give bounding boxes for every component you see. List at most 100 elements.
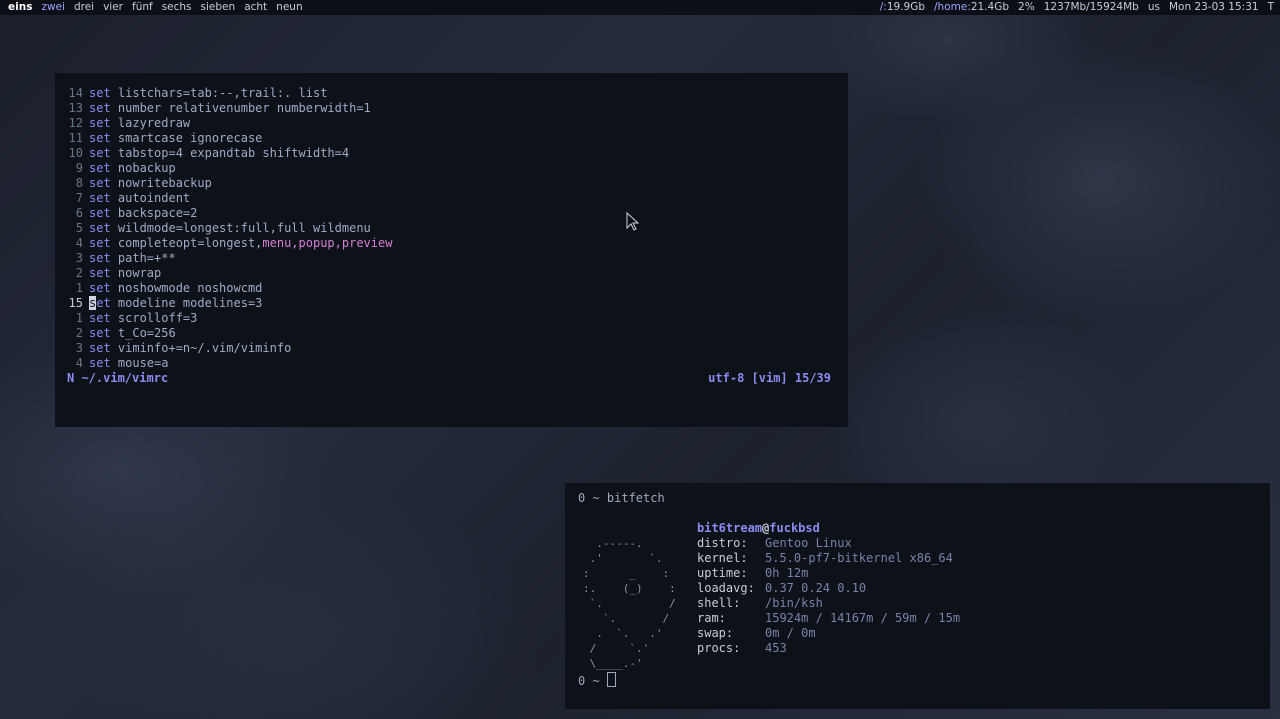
line-number: 12 [68, 116, 83, 130]
vim-line[interactable]: 6 set backspace=2 [63, 206, 392, 221]
vim-line[interactable]: 9 set nobackup [63, 161, 392, 176]
vim-option-text: completeopt=longest, [110, 236, 263, 250]
shell-prompt-input[interactable]: 0 ~ [578, 672, 616, 689]
distro-logo-ascii: .-----. .' `. : _ : :. (_) : `. / `. / .… [583, 537, 676, 670]
vim-line[interactable]: 4 set mouse=a [63, 356, 392, 371]
vim-line[interactable]: 15 set modeline modelines=3 [63, 296, 392, 311]
vim-option-text: noshowmode noshowcmd [110, 281, 263, 295]
vim-window[interactable]: 14 set listchars=tab:--,trail:. list 13 set… [55, 73, 848, 427]
line-number: 13 [68, 101, 83, 115]
vim-keyword: set [89, 206, 111, 220]
fetch-key: procs: [697, 641, 741, 655]
top-bar: eins zwei drei vier fünf sechs sieben acht neun … [0, 0, 1280, 15]
line-number: 10 [68, 146, 83, 160]
workspace-8[interactable]: acht [244, 0, 267, 15]
vim-option-text: number relativenumber numberwidth=1 [110, 101, 371, 115]
workspace-3[interactable]: drei [74, 0, 94, 15]
vim-keyword: set [89, 221, 111, 235]
fetch-key: loadavg: [697, 581, 755, 595]
workspace-1[interactable]: eins [8, 0, 32, 15]
vim-line[interactable]: 10 set tabstop=4 expandtab shiftwidth=4 [63, 146, 392, 161]
clock: Mon 23-03 15:31 [1168, 1, 1259, 13]
vim-option-text: listchars=tab:--,trail:. list [110, 86, 328, 100]
fetch-value: Gentoo Linux [765, 536, 852, 550]
vim-file-info: utf-8 [vim] 15/39 [708, 371, 831, 385]
line-number: 6 [75, 206, 83, 220]
line-number: 15 [68, 296, 83, 310]
vim-option-text: mouse=a [110, 356, 169, 370]
keyboard-layout[interactable]: us [1148, 0, 1160, 15]
vim-line[interactable]: 3 set viminfo+=n~/.vim/viminfo [63, 341, 392, 356]
cpu-usage: 2% [1018, 1, 1035, 13]
vim-keyword: set [89, 101, 111, 115]
terminal-window[interactable]: 0 ~ bitfetch .-----. .' `. : _ : :. (_) … [565, 483, 1270, 709]
line-number: 5 [75, 221, 83, 235]
vim-line[interactable]: 1 set scrolloff=3 [63, 311, 392, 326]
vim-option-text: viminfo+=n~/.vim/viminfo [110, 341, 292, 355]
vim-option-text: autoindent [110, 191, 191, 205]
vim-keyword: set [89, 161, 111, 175]
workspace-5[interactable]: fünf [132, 0, 153, 15]
workspace-list: eins zwei drei vier fünf sechs sieben acht neun [8, 0, 312, 15]
fetch-key: ram: [697, 611, 726, 625]
tray-icon[interactable]: T [1268, 0, 1274, 15]
memory-usage: 1237Mb/15924Mb [1043, 1, 1139, 13]
fetch-info-list: distro: Gentoo Linux kernel: 5.5.0-pf7-bitk… [697, 536, 960, 656]
line-number: 1 [75, 311, 83, 325]
vim-statusline: N ~/.vim/vimrc utf-8 [vim] 15/39 [67, 371, 831, 386]
vim-keyword: set [89, 191, 111, 205]
vim-buffer[interactable]: 14 set listchars=tab:--,trail:. list 13 set… [63, 86, 393, 371]
workspace-6[interactable]: sechs [162, 0, 192, 15]
fetch-key: kernel: [697, 551, 748, 565]
line-number: 14 [68, 86, 83, 100]
line-number: 8 [75, 176, 83, 190]
fetch-value: /bin/ksh [765, 596, 823, 610]
line-number: 2 [75, 266, 83, 280]
fetch-row: swap: 0m / 0m [697, 626, 960, 641]
vim-mode-filename: N ~/.vim/vimrc [67, 371, 169, 385]
line-number: 11 [68, 131, 83, 145]
vim-line[interactable]: 11 set smartcase ignorecase [63, 131, 392, 146]
vim-line[interactable]: 1 set noshowmode noshowcmd [63, 281, 392, 296]
vim-keyword: set [89, 341, 111, 355]
fetch-value: 5.5.0-pf7-bitkernel x86_64 [765, 551, 953, 565]
vim-keyword: set [89, 236, 111, 250]
fetch-key: shell: [697, 596, 741, 610]
vim-line[interactable]: 2 set nowrap [63, 266, 392, 281]
vim-keyword: set [89, 281, 111, 295]
vim-option-text: tabstop=4 expandtab shiftwidth=4 [110, 146, 350, 160]
line-number: 3 [75, 251, 83, 265]
vim-line[interactable]: 13 set number relativenumber numberwidth=… [63, 101, 392, 116]
workspace-2[interactable]: zwei [41, 0, 64, 15]
fetch-value: 0.37 0.24 0.10 [765, 581, 867, 595]
vim-keyword: et [96, 296, 111, 310]
vim-line[interactable]: 12 set lazyredraw [63, 116, 392, 131]
fetch-row: kernel: 5.5.0-pf7-bitkernel x86_64 [697, 551, 960, 566]
vim-line[interactable]: 14 set listchars=tab:--,trail:. list [63, 86, 392, 101]
vim-line[interactable]: 8 set nowritebackup [63, 176, 392, 191]
vim-keyword: set [89, 86, 111, 100]
vim-option-text: nowritebackup [110, 176, 212, 190]
vim-keyword: set [89, 266, 111, 280]
fetch-user-host: bit6tream@fuckbsd [697, 521, 820, 535]
vim-keyword: set [89, 311, 111, 325]
line-number: 1 [75, 281, 83, 295]
fetch-value: 0h 12m [765, 566, 809, 580]
vim-line[interactable]: 2 set t_Co=256 [63, 326, 392, 341]
vim-option-text: scrolloff=3 [110, 311, 198, 325]
workspace-7[interactable]: sieben [201, 0, 236, 15]
fetch-row: uptime: 0h 12m [697, 566, 960, 581]
line-number: 4 [75, 356, 83, 370]
vim-line[interactable]: 3 set path=+** [63, 251, 392, 266]
home-disk-usage: /home:21.4Gb [934, 1, 1010, 13]
line-number: 9 [75, 161, 83, 175]
vim-line[interactable]: 5 set wildmode=longest:full,full wildmenu [63, 221, 392, 236]
fetch-row: ram: 15924m / 14167m / 59m / 15m [697, 611, 960, 626]
vim-keyword: set [89, 146, 111, 160]
fetch-key: swap: [697, 626, 734, 640]
workspace-9[interactable]: neun [276, 0, 302, 15]
line-number: 7 [75, 191, 83, 205]
vim-line[interactable]: 7 set autoindent [63, 191, 392, 206]
workspace-4[interactable]: vier [103, 0, 123, 15]
vim-line[interactable]: 4 set completeopt=longest,menu,popup,prev… [63, 236, 393, 251]
